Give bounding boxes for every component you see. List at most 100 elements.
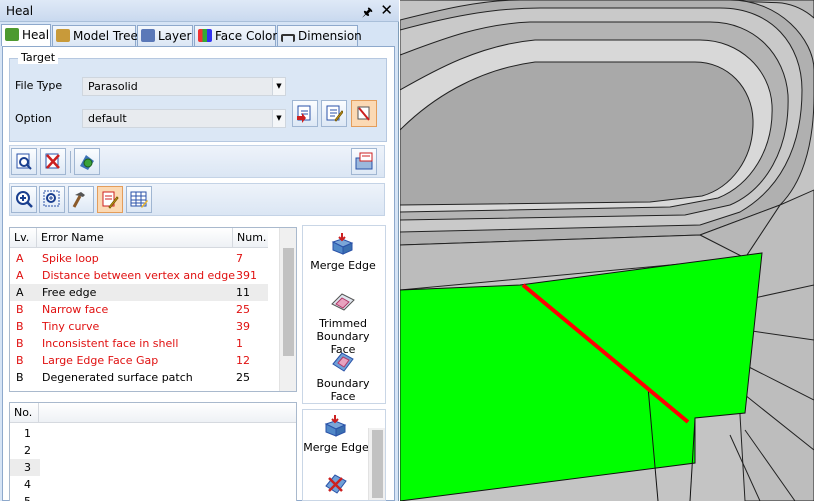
pin-icon[interactable]: 🖈︎ — [362, 3, 373, 24]
list-item[interactable]: 4 — [10, 476, 40, 493]
error-count: 7 — [236, 252, 243, 265]
error-name: Large Edge Face Gap — [42, 354, 159, 367]
error-row[interactable]: B Tiny curve 39 — [10, 318, 268, 335]
trimmed-boundary-face-icon — [331, 293, 355, 311]
error-level: A — [16, 252, 24, 265]
merge-edge-button[interactable]: Merge Edge — [303, 232, 383, 272]
heal-icon — [5, 28, 19, 41]
chevron-down-icon[interactable]: ▼ — [272, 110, 285, 127]
error-list-scrollbar[interactable] — [279, 228, 296, 391]
import-settings-icon — [297, 105, 311, 123]
table-settings-button[interactable] — [126, 186, 152, 213]
chevron-down-icon[interactable]: ▼ — [272, 78, 285, 95]
target-legend: Target — [18, 51, 59, 64]
error-row[interactable]: B Large Edge Face Gap 12 — [10, 352, 268, 369]
error-row[interactable]: B Narrow face 25 — [10, 301, 268, 318]
error-count: 12 — [236, 354, 250, 367]
panel-title: Heal — [6, 4, 34, 18]
file-type-label: File Type — [15, 79, 63, 92]
error-level: A — [16, 269, 24, 282]
report-button[interactable] — [351, 148, 377, 175]
zoom-in-icon — [16, 191, 33, 208]
error-name: Spike loop — [42, 252, 99, 265]
close-icon[interactable]: ✕ — [380, 1, 393, 19]
error-list[interactable]: Lv. Error Name Num. A Spike loop 7 A Dis… — [9, 227, 297, 392]
trimmed-boundary-face-button[interactable]: Trimmed Boundary Face — [303, 290, 383, 356]
tab-heal[interactable]: Heal — [1, 24, 51, 46]
error-name: Degenerated surface patch — [42, 371, 193, 384]
face-color-icon — [198, 29, 212, 42]
column-header-level[interactable]: Lv. — [10, 228, 36, 248]
list-item-selected[interactable]: 3 — [10, 459, 40, 476]
tab-face-color[interactable]: Face Color — [194, 25, 277, 46]
column-header-num[interactable]: Num. — [232, 228, 268, 248]
error-row[interactable]: A Spike loop 7 — [10, 250, 268, 267]
error-name: Distance between vertex and edge — [42, 269, 236, 282]
heal-tool-button[interactable] — [68, 186, 94, 213]
check-toolbar — [9, 145, 385, 178]
layer-icon — [141, 29, 155, 42]
panel-titlebar: Heal 🖈︎ ✕ — [0, 0, 399, 22]
tab-dimension[interactable]: Dimension — [277, 25, 362, 46]
action-pane-scrollbar[interactable] — [368, 428, 385, 500]
tab-model-tree[interactable]: Model Tree — [52, 25, 138, 46]
import-settings-button[interactable] — [292, 100, 318, 127]
report-icon — [355, 152, 373, 170]
clear-errors-icon — [45, 153, 60, 169]
auto-heal-button[interactable] — [74, 148, 100, 175]
hammer-icon — [72, 192, 85, 208]
merge-edge-button[interactable]: Merge Edge — [303, 414, 369, 454]
action-pane-top: Merge Edge Trimmed Boundary Face Boundar… — [302, 225, 386, 404]
error-level: B — [16, 371, 24, 384]
zoom-in-button[interactable] — [11, 186, 37, 213]
error-level: B — [16, 337, 24, 350]
error-row-selected[interactable]: A Free edge 11 — [10, 284, 268, 301]
error-row[interactable]: B Degenerated surface patch 25 — [10, 369, 268, 386]
file-type-select[interactable]: Parasolid ▼ — [82, 77, 286, 96]
error-name: Inconsistent face in shell — [42, 337, 179, 350]
delete-face-icon — [325, 474, 347, 494]
column-header-no[interactable]: No. — [10, 403, 38, 423]
target-group: Target File Type Parasolid ▼ Option defa… — [9, 51, 387, 142]
option-label: Option — [15, 112, 52, 125]
error-level: B — [16, 303, 24, 316]
error-level: B — [16, 320, 24, 333]
tab-layer[interactable]: Layer — [137, 25, 193, 46]
action-pane-bottom: Merge Edge — [302, 409, 386, 501]
error-count: 25 — [236, 371, 250, 384]
check-model-button[interactable] — [351, 100, 377, 127]
model-tree-icon — [56, 29, 70, 42]
toolbar-separator — [70, 151, 71, 173]
merge-edge-icon — [324, 415, 347, 437]
inspect-button[interactable] — [11, 148, 37, 175]
error-count: 39 — [236, 320, 250, 333]
list-item[interactable]: 5 — [10, 493, 40, 501]
edit-settings-button[interactable] — [321, 100, 347, 127]
inspect-icon — [16, 153, 32, 170]
auto-heal-icon — [80, 155, 94, 170]
model-viewport[interactable] — [400, 0, 814, 501]
error-row[interactable]: B Inconsistent face in shell 1 — [10, 335, 268, 352]
option-select[interactable]: default ▼ — [82, 109, 286, 128]
boundary-face-icon — [332, 352, 354, 372]
cad-model-view[interactable] — [400, 0, 814, 501]
list-item[interactable]: 2 — [10, 442, 40, 459]
clear-errors-button[interactable] — [40, 148, 66, 175]
scrollbar-thumb[interactable] — [372, 430, 383, 498]
zoom-selection-button[interactable] — [39, 186, 65, 213]
list-item[interactable]: 1 — [10, 425, 40, 442]
column-header-empty — [38, 403, 296, 423]
merge-edge-icon — [331, 233, 354, 255]
error-count: 11 — [236, 286, 250, 299]
scrollbar-thumb[interactable] — [283, 248, 294, 356]
delete-face-button[interactable] — [303, 472, 369, 499]
error-count: 1 — [236, 337, 243, 350]
edit-report-button[interactable] — [97, 186, 123, 213]
no-list[interactable]: No. 1 2 3 4 5 — [9, 402, 297, 501]
heal-content: Target File Type Parasolid ▼ Option defa… — [2, 46, 395, 501]
column-header-error-name[interactable]: Error Name — [36, 228, 232, 248]
error-row[interactable]: A Distance between vertex and edge 391 — [10, 267, 268, 284]
zoom-selection-icon — [43, 190, 60, 207]
boundary-face-button[interactable]: Boundary Face — [303, 350, 383, 403]
error-name: Free edge — [42, 286, 97, 299]
